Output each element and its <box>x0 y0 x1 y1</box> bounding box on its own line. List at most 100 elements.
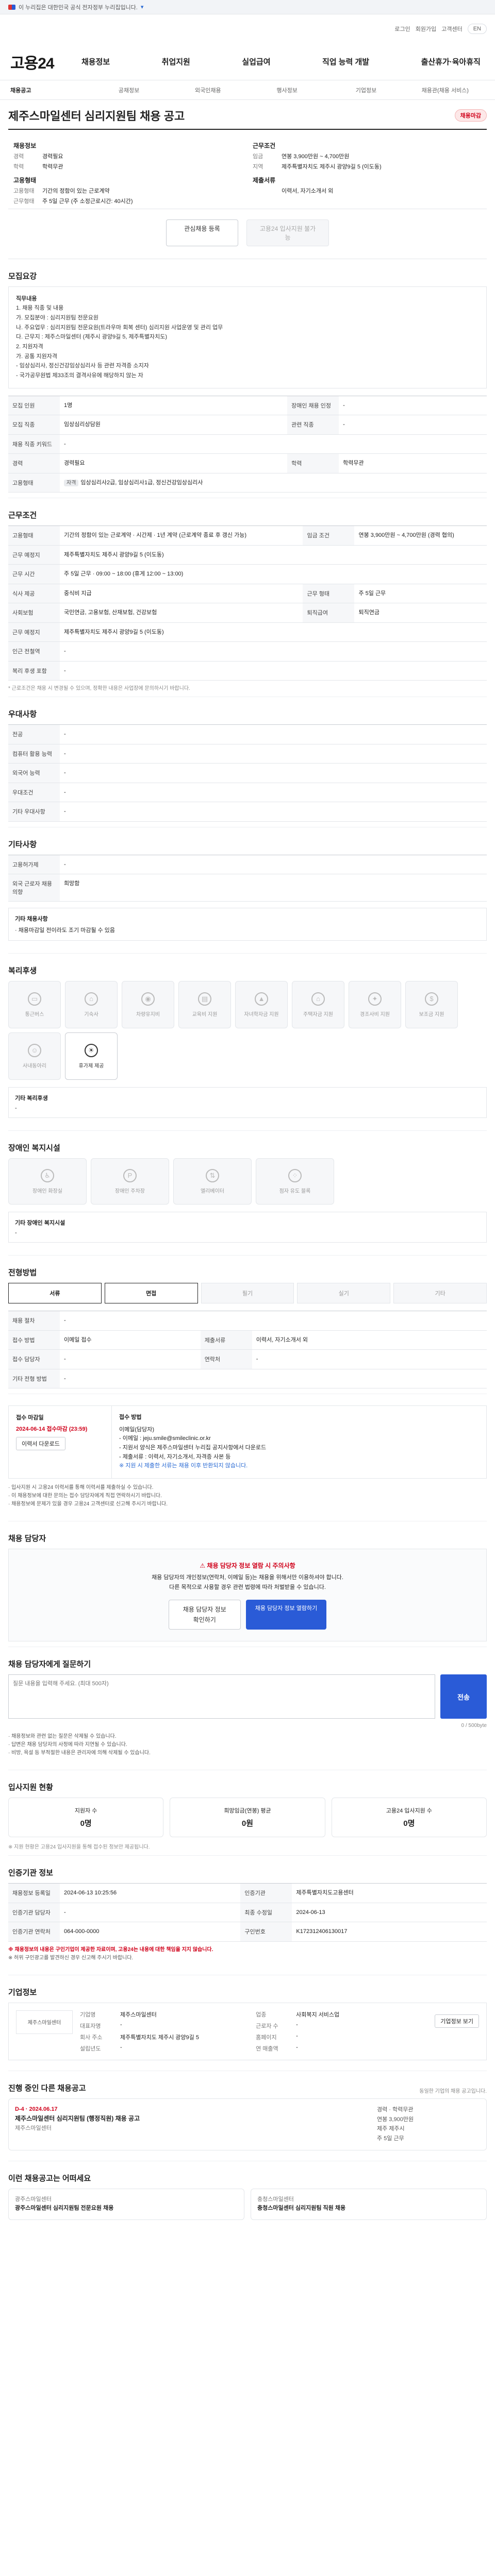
row-value: - <box>120 2021 122 2028</box>
row-value: - <box>60 661 487 681</box>
welfare-tile: ⌂ 기숙사 <box>65 981 118 1029</box>
recommend-card[interactable]: 광주스마일센터 광주스마일센터 심리지원팀 전문요원 채용 <box>8 2188 244 2220</box>
subnav-item[interactable]: 채용관(채용 서비스) <box>406 86 485 94</box>
gnb-item-jobs[interactable]: 채용정보 <box>77 56 114 67</box>
contact-view-button[interactable]: 채용 담당자 정보 확인하기 <box>168 1599 241 1630</box>
gnb-item-leave[interactable]: 출산휴가·육아휴직 <box>417 56 485 67</box>
gnb-item-support[interactable]: 취업지원 <box>158 56 194 67</box>
welfare-tile: ◉ 차량유지비 <box>122 981 174 1029</box>
recommend-card[interactable]: 충청스마일센터 충청스마일센터 심리지원팀 직원 채용 <box>251 2188 487 2220</box>
row-label: 근무 예정지 <box>8 545 60 565</box>
subnav-item[interactable]: 기업정보 <box>326 86 405 94</box>
row-value: 1명 <box>60 396 288 416</box>
recommend-title[interactable]: 충청스마일센터 심리지원팀 직원 채용 <box>257 2204 480 2213</box>
step-item: 실기 <box>297 1283 391 1304</box>
status-badge: 채용마감 <box>454 109 487 122</box>
subnav-item[interactable]: 행사정보 <box>248 86 326 94</box>
row-value: 퇴직연금 <box>354 603 487 623</box>
recommend-company: 광주스마일센터 <box>15 2196 52 2202</box>
tile-label: 통근버스 <box>25 1011 44 1018</box>
table-row: 채용 절차 - <box>8 1311 487 1331</box>
question-input[interactable] <box>8 1674 435 1719</box>
table-row: 고용허가제 - <box>8 855 487 875</box>
table-row: 외국 근로자 채용 의향 희망함 <box>8 874 487 902</box>
row-value: - <box>60 1903 241 1923</box>
interest-button[interactable]: 관심채용 등록 <box>166 219 238 246</box>
contact-agree-button[interactable]: 채용 담당자 정보 열람하기 <box>245 1599 327 1630</box>
table-row: 우대조건 - <box>8 783 487 803</box>
facility-tile: P 장애인 주차장 <box>91 1158 169 1205</box>
page-spacer <box>8 2235 487 2277</box>
status-label: 지원자 수 <box>74 1808 97 1815</box>
row-value: 2024-06-13 <box>292 1903 487 1923</box>
welfare-grid: ▭ 통근버스 ⌂ 기숙사 ◉ 차량유지비 ▤ 교육비 지원 ▲ 자녀학자금 지원 ⌂ 주택자… <box>8 981 487 1080</box>
row-value: 제주특별자치도 제주시 광양9길 5 (이도동) <box>60 545 487 565</box>
table-row: 근무 예정지 제주특별자치도 제주시 광양9길 5 (이도동) <box>8 545 487 565</box>
gnb-item-benefits[interactable]: 실업급여 <box>238 56 274 67</box>
site-logo[interactable]: 고용24 <box>10 50 67 73</box>
welfare-tile: ▭ 통근버스 <box>8 981 61 1029</box>
box-title: 기타 복리후생 <box>15 1095 48 1102</box>
row-value: 이력서, 자기소개서 외 <box>252 1330 487 1350</box>
row-label: 접수 방법 <box>8 1330 60 1350</box>
corp-section: 기업정보 제주스마일센터 기업명 제주스마일센터 업종 사회복지 서비스업 대표자명 -… <box>8 1975 487 2071</box>
related-job-title[interactable]: 제주스마일센터 심리지원팀 (행정직원) 채용 공고 <box>15 2114 372 2124</box>
disabled-welfare-section: 장애인 복지시설 ♿ 장애인 화장실 P 장애인 주차장 ⇅ 엘리베이터 ⁘ 점자 유도… <box>8 1131 487 1256</box>
row-value: 자격 임상심리사2급, 임상심리사1급, 정신건강임상심리사 <box>60 473 487 493</box>
util-help[interactable]: 고객센터 <box>441 25 462 33</box>
apply-section: 접수 마감일 2024-06-14 접수마감 (23:59) 이력서 다운로드 … <box>8 1394 487 1521</box>
section-title: 장애인 복지시설 <box>8 1144 60 1153</box>
row-label: 채용 직종 키워드 <box>8 434 60 454</box>
welfare-tile: ▲ 자녀학자금 지원 <box>235 981 288 1029</box>
disabled-grid: ♿ 장애인 화장실 P 장애인 주차장 ⇅ 엘리베이터 ⁘ 점자 유도 블록 <box>8 1158 487 1205</box>
house-icon: ⌂ <box>85 992 98 1006</box>
row-value: - <box>60 855 487 875</box>
resume-download-button[interactable]: 이력서 다운로드 <box>16 1437 65 1451</box>
row-label: 회사 주소 <box>80 2034 103 2041</box>
sub-nav: 채용공고 공채정보 외국인채용 행사정보 기업정보 채용관(채용 서비스) <box>0 80 495 100</box>
row-label: 인증기관 <box>240 1883 292 1903</box>
related-meta: 경력 · 학력무관 <box>377 2106 414 2113</box>
row-label: 학력 <box>287 453 339 473</box>
recommend-section: 이런 채용공고는 어떠세요 광주스마일센터 광주스마일센터 심리지원팀 전문요원… <box>8 2161 487 2235</box>
note-line: · 비방, 욕설 등 부적절한 내용은 관리자에 의해 삭제될 수 있습니다. <box>8 1750 151 1756</box>
desc-line: 가. 공통 지원자격 <box>16 353 58 360</box>
util-signup[interactable]: 회원가입 <box>416 25 436 33</box>
contact-section: 채용 담당자 ⚠ 채용 담당자 정보 열람 시 주의사항 채용 담당자의 개인정… <box>8 1521 487 1648</box>
status-note: ※ 지원 현황은 고용24 입사지원을 통해 접수된 정보만 제공됩니다. <box>8 1844 150 1851</box>
row-label: 모집 직종 <box>8 415 60 435</box>
job-summary: 채용정보 경력 경력필요 학력 학력무관 고용형태 고용형태 기간의 정함이 있는 근… <box>8 130 487 209</box>
subnav-item[interactable]: 공채정보 <box>89 86 168 94</box>
row-label: 연 매출액 <box>256 2045 278 2052</box>
gnb-item-training[interactable]: 직업 능력 개발 <box>318 56 373 67</box>
util-login[interactable]: 로그인 <box>394 25 410 33</box>
row-label: 구인번호 <box>240 1922 292 1942</box>
row-value: 제주특별자치도 제주시 광양9길 5 <box>120 2034 199 2041</box>
status-value: 0명 <box>403 1819 415 1828</box>
row-label: 퇴직급여 <box>303 603 355 623</box>
row-label: 홈페이지 <box>256 2034 277 2041</box>
row-label: 외국 근로자 채용 의향 <box>8 874 60 902</box>
recommend-title[interactable]: 광주스마일센터 심리지원팀 전문요원 채용 <box>15 2204 238 2213</box>
send-button[interactable]: 전송 <box>440 1674 487 1719</box>
subnav-item[interactable]: 채용공고 <box>10 86 89 94</box>
row-value: - <box>60 434 487 454</box>
gov-banner-toggle[interactable]: ▾ <box>141 4 144 10</box>
section-title: 기타사항 <box>8 840 37 849</box>
kv-value: 학력무관 <box>42 164 63 171</box>
welfare-tile: ☺ 사내동아리 <box>8 1032 61 1080</box>
note-line: · 채용정보에 문제가 있을 경우 고용24 고객센터로 신고해 주시기 바랍니… <box>8 1501 168 1507</box>
utility-bar: 로그인 회원가입 고객센터 EN <box>0 14 495 43</box>
related-job-card[interactable]: D-4 · 2024.06.17 제주스마일센터 심리지원팀 (행정직원) 채용… <box>8 2098 487 2150</box>
kv-label: 지역 <box>253 164 263 171</box>
welfare-section: 복리후생 ▭ 통근버스 ⌂ 기숙사 ◉ 차량유지비 ▤ 교육비 지원 ▲ 자녀학자금 지원… <box>8 954 487 1131</box>
section-title: 채용 담당자에게 질문하기 <box>8 1660 91 1669</box>
kv-label <box>253 188 282 195</box>
apply-line: - 이메일 : jeju.smile@smileclinic.or.kr <box>119 1435 211 1442</box>
car-icon: ◉ <box>141 992 155 1006</box>
lang-toggle[interactable]: EN <box>467 24 487 34</box>
tile-label: 사내동아리 <box>23 1063 46 1069</box>
related-job-company: 제주스마일센터 <box>15 2125 52 2131</box>
corp-info-button[interactable]: 기업정보 보기 <box>435 2014 479 2028</box>
subnav-item[interactable]: 외국인채용 <box>169 86 248 94</box>
